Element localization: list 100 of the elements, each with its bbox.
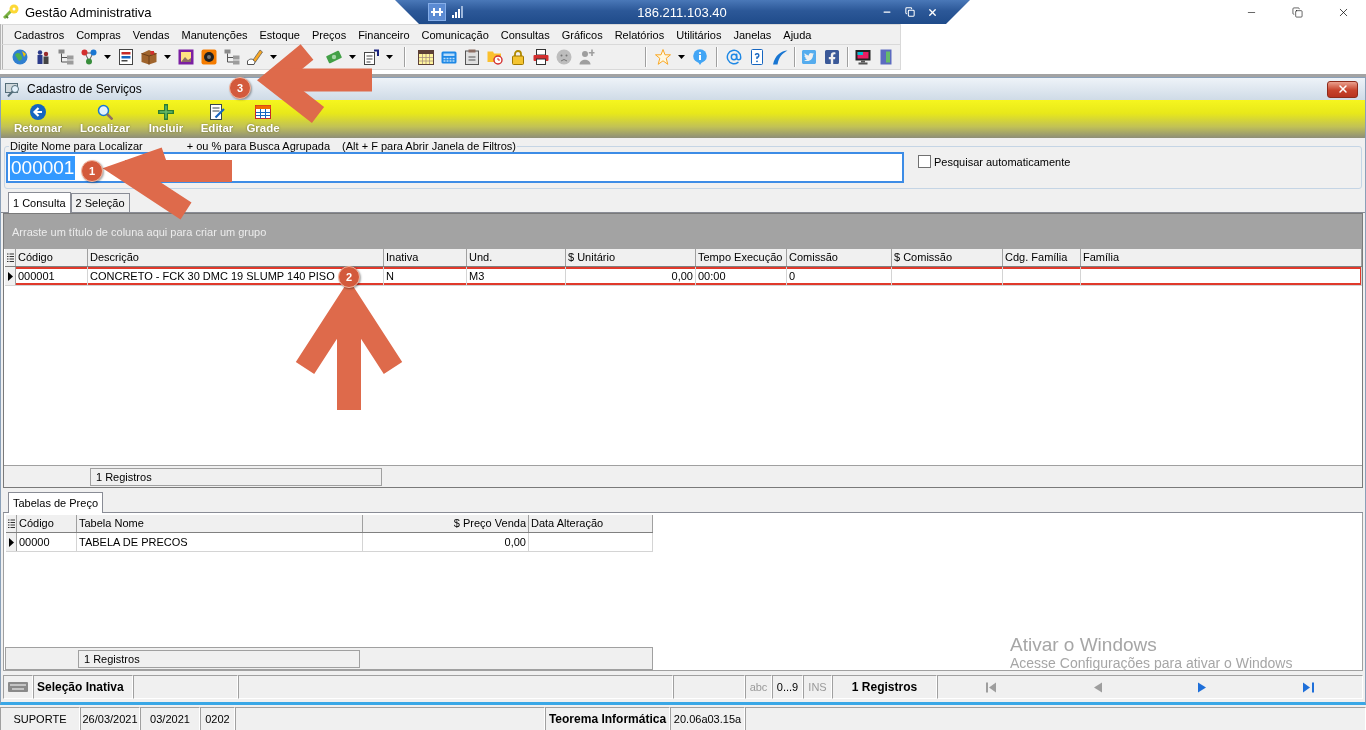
info-icon[interactable] (691, 49, 708, 65)
column-list-icon (7, 518, 15, 529)
close-icon (927, 6, 938, 18)
form-icon[interactable] (362, 49, 379, 65)
last-record-icon[interactable] (1302, 681, 1314, 693)
f-tile-icon[interactable] (823, 49, 840, 65)
money-icon[interactable] (325, 49, 342, 65)
menu-item[interactable]: Comunicação (415, 25, 495, 44)
menu-item[interactable]: Ajuda (777, 25, 818, 44)
magnifier-window-icon (5, 81, 21, 97)
signal-icon (452, 6, 463, 18)
table-row[interactable]: 00000 TABELA DE PRECOS 0,00 (6, 533, 653, 552)
status-panel: Teorema Informática (545, 707, 670, 730)
network-icon[interactable] (80, 49, 97, 65)
column-list-cell[interactable] (6, 515, 17, 532)
column-header[interactable]: Und. (467, 249, 566, 266)
at-sign-icon[interactable] (725, 49, 742, 65)
menu-item[interactable]: Relatórios (608, 25, 671, 44)
table-cell: 0,00 (363, 533, 529, 551)
document-icon[interactable] (117, 49, 134, 65)
activation-title: Ativar o Windows (1010, 634, 1157, 655)
column-header[interactable]: Cdg. Família (1003, 249, 1081, 266)
status-indicator: INS (803, 675, 832, 699)
row-selector[interactable] (6, 533, 17, 551)
menu-item[interactable]: Consultas (494, 25, 556, 44)
lens-icon[interactable] (200, 49, 217, 65)
status-indicator: abc (745, 675, 772, 699)
status-panel: Seleção Inativa (33, 675, 133, 699)
status-panel: 03/2021 (140, 707, 200, 730)
caret-icon[interactable] (163, 55, 171, 59)
column-header[interactable]: Inativa (384, 249, 467, 266)
pen-icon[interactable] (246, 49, 263, 65)
column-header[interactable]: Tabela Nome (77, 515, 363, 532)
field-caption: (Alt + F para Abrir Janela de Filtros) (342, 140, 517, 152)
menu-item[interactable]: Estoque (253, 25, 306, 44)
menu-item[interactable]: Preços (305, 25, 353, 44)
status-panel: 0202 (200, 707, 235, 730)
close-icon (1336, 83, 1349, 95)
table-cell: N (384, 267, 467, 285)
column-header[interactable]: Comissão (787, 249, 892, 266)
column-header[interactable]: $ Comissão (892, 249, 1003, 266)
column-header[interactable]: Descrição (88, 249, 384, 266)
column-header[interactable]: Código (17, 515, 77, 532)
window-title: Gestão Administrativa (25, 4, 152, 20)
table-cell: TABELA DE PRECOS (77, 533, 363, 551)
hierarchy-icon[interactable] (223, 49, 240, 65)
package-icon[interactable] (140, 49, 157, 65)
edit-document-icon (209, 104, 225, 120)
globe-icon[interactable] (11, 49, 28, 65)
help-document-icon[interactable] (748, 49, 765, 65)
caret-icon[interactable] (677, 55, 685, 59)
tab[interactable]: Tabelas de Preço (8, 492, 103, 513)
menu-item[interactable]: Vendas (126, 25, 176, 44)
sad-face-icon[interactable] (555, 49, 572, 65)
caret-icon[interactable] (103, 55, 111, 59)
back-arrow-icon (30, 104, 46, 120)
caret-icon[interactable] (269, 55, 277, 59)
printer-icon[interactable] (532, 49, 549, 65)
caret-icon[interactable] (385, 55, 393, 59)
menu-item[interactable]: Utilitários (670, 25, 728, 44)
column-header[interactable]: Tempo Execução (696, 249, 787, 266)
table-cell: 0 (787, 267, 892, 285)
hierarchy-icon[interactable] (57, 49, 74, 65)
row-selector[interactable] (5, 267, 16, 285)
column-header[interactable]: $ Preço Venda (363, 515, 529, 532)
pin-icon[interactable] (428, 3, 446, 21)
table-cell: 000001 (16, 267, 88, 285)
menu-item[interactable]: Financeiro (352, 25, 416, 44)
menu-item[interactable]: Cadastros (8, 25, 71, 44)
swoosh-icon[interactable] (771, 49, 788, 65)
checkbox[interactable] (918, 155, 931, 168)
menu-item[interactable]: Manutenções (175, 25, 254, 44)
column-list-icon (6, 252, 14, 263)
column-header[interactable]: Família (1081, 249, 1362, 266)
column-list-cell[interactable] (5, 249, 16, 266)
menu-item[interactable]: Compras (70, 25, 127, 44)
close-button[interactable] (1327, 80, 1358, 98)
clipboard-icon[interactable] (463, 49, 480, 65)
column-header[interactable]: Código (16, 249, 88, 266)
calendar-icon[interactable] (417, 49, 434, 65)
calculator-icon[interactable] (440, 49, 457, 65)
column-header[interactable]: Data Alteração (529, 515, 653, 532)
grid-icon (255, 104, 271, 120)
caret-icon[interactable] (348, 55, 356, 59)
bird-tile-icon[interactable] (800, 49, 817, 65)
monitor-icon[interactable] (854, 49, 871, 65)
menu-item[interactable]: Janelas (727, 25, 778, 44)
tab[interactable]: 1 Consulta (8, 192, 71, 213)
checkbox-label[interactable]: Pesquisar automaticamente (934, 155, 1071, 168)
tab[interactable]: 2 Seleção (70, 193, 130, 212)
next-record-icon[interactable] (1198, 681, 1207, 693)
column-header[interactable]: $ Unitário (566, 249, 696, 266)
status-panel: 20.06a03.15a (670, 707, 745, 730)
folder-clock-icon[interactable] (486, 49, 503, 65)
picture-icon[interactable] (177, 49, 194, 65)
field-caption: Digite Nome para Localizar (10, 140, 143, 152)
menu-item[interactable]: Gráficos (555, 25, 609, 44)
star-icon[interactable] (654, 49, 671, 65)
keyboard-icon (8, 682, 28, 692)
padlock-icon[interactable] (509, 49, 526, 65)
